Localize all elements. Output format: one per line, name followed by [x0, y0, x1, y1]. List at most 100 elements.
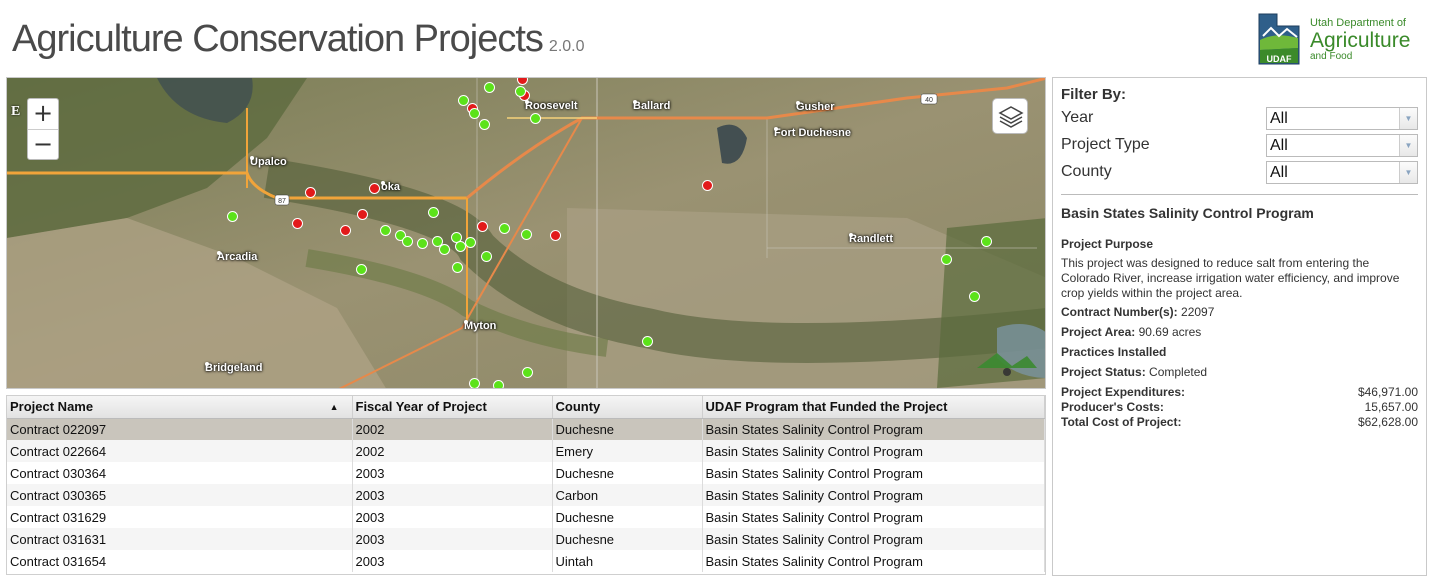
filter-project-type-label: Project Type	[1061, 136, 1150, 153]
cell-project-name: Contract 030364	[7, 462, 353, 484]
project-point[interactable]	[292, 218, 303, 229]
table-row[interactable]: Contract 031654 2003 Uintah Basin States…	[7, 550, 1045, 572]
project-point[interactable]	[515, 86, 526, 97]
program-title: Basin States Salinity Control Program	[1061, 205, 1314, 221]
project-point[interactable]	[305, 187, 316, 198]
cell-county: Duchesne	[552, 462, 703, 484]
project-point[interactable]	[402, 236, 413, 247]
project-point[interactable]	[481, 251, 492, 262]
project-point[interactable]	[969, 291, 980, 302]
zoom-in-button[interactable]: +	[28, 99, 58, 129]
year-select[interactable]: All ▼	[1266, 107, 1418, 130]
project-type-select-value: All	[1270, 137, 1288, 154]
table-header-row: Project Name ▲ Fiscal Year of Project Cou…	[7, 396, 1045, 419]
total-cost-row: Total Cost of Project: $62,628.00	[1061, 415, 1418, 430]
cell-county: Duchesne	[552, 506, 703, 528]
cell-project-name: Contract 031629	[7, 506, 353, 528]
cell-project-name: Contract 030365	[7, 484, 353, 506]
project-point[interactable]	[452, 262, 463, 273]
filter-project-type: Project Type All ▼	[1061, 134, 1418, 161]
project-point[interactable]	[702, 180, 713, 191]
project-point[interactable]	[428, 207, 439, 218]
project-point[interactable]	[530, 113, 541, 124]
project-area: Project Area: 90.69 acres	[1061, 325, 1418, 340]
project-point[interactable]	[227, 211, 238, 222]
project-point[interactable]	[380, 225, 391, 236]
project-point[interactable]	[356, 264, 367, 275]
cell-fiscal-year: 2003	[352, 528, 553, 550]
table-row[interactable]: Contract 030364 2003 Duchesne Basin Stat…	[7, 462, 1045, 484]
table-row[interactable]: Contract 031629 2003 Duchesne Basin Stat…	[7, 506, 1045, 528]
project-point[interactable]	[493, 380, 504, 388]
cell-program: Basin States Salinity Control Program	[702, 440, 1045, 462]
project-point[interactable]	[484, 82, 495, 93]
cell-fiscal-year: 2003	[352, 484, 553, 506]
place-ioka: oka	[381, 181, 400, 193]
utah-state-logo-icon: UDAF	[1258, 13, 1300, 65]
hwy40-label: 40	[925, 97, 933, 104]
table-row[interactable]: Contract 031631 2003 Duchesne Basin Stat…	[7, 528, 1045, 550]
place-gusher: Gusher	[796, 101, 835, 113]
expenditures-row: Project Expenditures: $46,971.00	[1061, 385, 1418, 400]
total-cost-label: Total Cost of Project:	[1061, 415, 1182, 429]
project-type-select[interactable]: All ▼	[1266, 134, 1418, 157]
project-point[interactable]	[469, 108, 480, 119]
cell-county: Emery	[552, 440, 703, 462]
producer-costs-value: 15,657.00	[1364, 400, 1418, 414]
project-point[interactable]	[465, 237, 476, 248]
filter-county-label: County	[1061, 163, 1112, 180]
project-point[interactable]	[499, 223, 510, 234]
place-randlett: Randlett	[849, 233, 893, 245]
contract-number: Contract Number(s): 22097	[1061, 305, 1418, 320]
table-row[interactable]: Contract 022097 2002 Duchesne Basin Stat…	[7, 418, 1045, 440]
contract-value: 22097	[1181, 305, 1215, 319]
county-select-value: All	[1270, 164, 1288, 181]
project-point[interactable]	[357, 209, 368, 220]
project-point[interactable]	[477, 221, 488, 232]
status-label: Project Status:	[1061, 365, 1146, 379]
column-header-program[interactable]: UDAF Program that Funded the Project	[702, 396, 1045, 419]
cell-program: Basin States Salinity Control Program	[702, 484, 1045, 506]
project-point[interactable]	[439, 244, 450, 255]
projects-table-container: Project Name ▲ Fiscal Year of Project Cou…	[6, 395, 1046, 575]
project-point[interactable]	[340, 225, 351, 236]
hwy87-label: 87	[278, 198, 286, 205]
cell-county: Carbon	[552, 484, 703, 506]
column-header-county[interactable]: County	[552, 396, 703, 419]
map-view[interactable]: 87 40 E + − Roosevelt Ballard Gusher For…	[6, 77, 1046, 389]
project-point[interactable]	[469, 378, 480, 388]
cell-project-name: Contract 022664	[7, 440, 353, 462]
county-select[interactable]: All ▼	[1266, 161, 1418, 184]
table-row[interactable]: Contract 030365 2003 Carbon Basin States…	[7, 484, 1045, 506]
logo-badge: UDAF	[1267, 54, 1292, 64]
cell-fiscal-year: 2003	[352, 506, 553, 528]
cell-program: Basin States Salinity Control Program	[702, 418, 1045, 440]
project-point[interactable]	[369, 183, 380, 194]
total-cost-value: $62,628.00	[1357, 415, 1418, 429]
cell-county: Duchesne	[552, 418, 703, 440]
zoom-out-button[interactable]: −	[28, 129, 58, 159]
project-point[interactable]	[981, 236, 992, 247]
zoom-control: + −	[27, 98, 59, 160]
chevron-down-icon: ▼	[1399, 162, 1417, 183]
filter-year: Year All ▼	[1061, 107, 1418, 134]
project-point[interactable]	[479, 119, 490, 130]
projects-table: Project Name ▲ Fiscal Year of Project Cou…	[7, 396, 1045, 572]
project-point[interactable]	[521, 229, 532, 240]
table-row[interactable]: Contract 022664 2002 Emery Basin States …	[7, 440, 1045, 462]
logo-text: Utah Department of Agriculture and Food	[1310, 18, 1410, 62]
column-header-project-name[interactable]: Project Name ▲	[7, 396, 353, 419]
project-point[interactable]	[550, 230, 561, 241]
udaf-logo: UDAF Utah Department of Agriculture and …	[1255, 10, 1425, 68]
place-roosevelt: Roosevelt	[525, 100, 578, 112]
producer-costs-label: Producer's Costs:	[1061, 400, 1164, 414]
column-header-fiscal-year[interactable]: Fiscal Year of Project	[352, 396, 553, 419]
cell-fiscal-year: 2003	[352, 550, 553, 572]
project-point[interactable]	[642, 336, 653, 347]
place-upalco: Upalco	[250, 156, 287, 168]
layers-button[interactable]	[992, 98, 1028, 134]
layers-icon	[998, 106, 1024, 128]
project-point[interactable]	[941, 254, 952, 265]
project-point[interactable]	[522, 367, 533, 378]
project-point[interactable]	[417, 238, 428, 249]
